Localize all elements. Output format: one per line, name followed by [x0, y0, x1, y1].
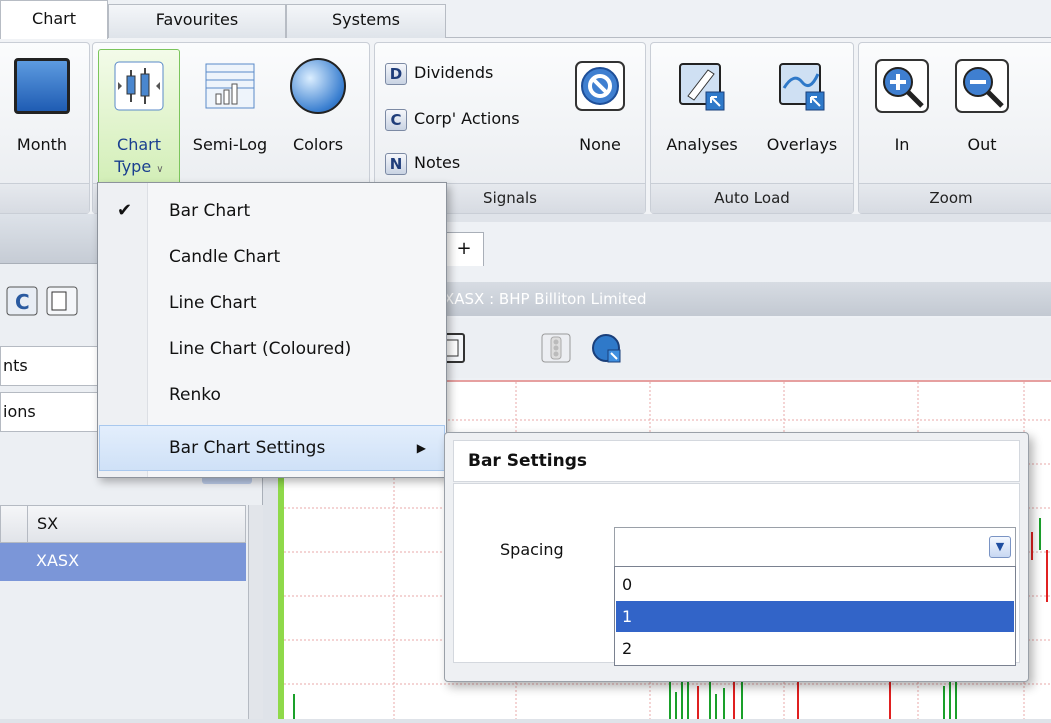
spacing-option-2[interactable]: 2: [616, 633, 1014, 664]
colors-label: Colors: [292, 135, 344, 154]
menu-item-renko-label: Renko: [169, 385, 221, 405]
submenu-arrow-icon: ▶: [416, 441, 426, 455]
dividends-toggle[interactable]: D Dividends: [385, 59, 493, 87]
menu-item-line-chart-coloured[interactable]: Line Chart (Coloured): [99, 327, 445, 373]
notes-toggle[interactable]: N Notes: [385, 149, 460, 177]
toolbar-traffic-light-icon[interactable]: [540, 332, 572, 364]
menu-item-bar-chart-settings[interactable]: Bar Chart Settings ▶: [99, 425, 445, 471]
semi-log-button[interactable]: Semi-Log: [191, 49, 269, 179]
spacing-option-0-label: 0: [622, 575, 633, 594]
signals-none-button[interactable]: None: [561, 49, 639, 179]
chart-title: XASX : BHP Billiton Limited: [444, 290, 647, 308]
zoom-out-icon: [954, 58, 1010, 114]
tab-chart-label: Chart: [32, 9, 76, 28]
analyses-label: Analyses: [666, 135, 738, 154]
ribbon-tab-bar: Chart Favourites Systems: [0, 0, 1051, 39]
menu-item-line-chart-coloured-label: Line Chart (Coloured): [169, 339, 352, 359]
period-group-label: [0, 183, 89, 213]
menu-item-bar-chart-label: Bar Chart: [169, 201, 251, 221]
panel-c-icon[interactable]: C: [6, 286, 38, 316]
zoom-in-button[interactable]: In: [863, 49, 941, 179]
analyses-button[interactable]: Analyses: [657, 49, 747, 179]
zoom-out-button[interactable]: Out: [943, 49, 1021, 179]
month-icon: [14, 58, 70, 114]
checkmark-icon: ✔: [117, 200, 133, 221]
colors-icon: [290, 58, 346, 114]
tab-favourites-label: Favourites: [155, 10, 239, 29]
period-group: Month: [0, 42, 90, 214]
menu-item-candle-chart[interactable]: Candle Chart: [99, 235, 445, 281]
add-chart-tab-button[interactable]: +: [444, 232, 484, 266]
table-row[interactable]: XASX: [0, 543, 246, 581]
spacing-options-list: 0 1 2: [614, 566, 1016, 666]
zoom-out-label: Out: [967, 135, 997, 154]
chevron-down-icon: ∨: [156, 164, 164, 175]
tab-systems[interactable]: Systems: [286, 4, 446, 38]
tab-favourites[interactable]: Favourites: [108, 4, 286, 38]
dividends-icon: D: [385, 62, 407, 85]
spacing-select[interactable]: ▼: [614, 527, 1016, 567]
grid-row-exchange: XASX: [36, 551, 80, 570]
spacing-label: Spacing: [500, 540, 564, 559]
signals-none-label: None: [579, 135, 621, 154]
left-field-2-text: ions: [3, 402, 36, 421]
chevron-down-icon[interactable]: ▼: [989, 536, 1011, 558]
dividends-label: Dividends: [414, 63, 494, 82]
month-button[interactable]: Month: [3, 49, 81, 179]
zoom-group-label: Zoom: [859, 183, 1051, 213]
spacing-option-0[interactable]: 0: [616, 569, 1014, 600]
chart-type-label-line1: Chart: [117, 135, 161, 154]
semi-log-label: Semi-Log: [192, 135, 268, 154]
spacing-option-2-label: 2: [622, 639, 633, 658]
no-signals-icon: [572, 58, 628, 114]
overlays-icon: [774, 58, 830, 114]
spacing-option-1[interactable]: 1: [616, 601, 1014, 632]
grid-header: SX: [0, 505, 246, 543]
tab-chart[interactable]: Chart: [0, 0, 108, 39]
menu-item-bar-chart[interactable]: ✔ Bar Chart: [99, 189, 445, 235]
analyses-icon: [674, 58, 730, 114]
month-label: Month: [16, 135, 68, 154]
toolbar-globe-icon[interactable]: [590, 332, 624, 366]
grid-header-exchange[interactable]: SX: [37, 514, 58, 533]
menu-item-line-chart[interactable]: Line Chart: [99, 281, 445, 327]
chart-type-label-line2: Type: [114, 157, 152, 176]
menu-item-line-chart-label: Line Chart: [169, 293, 257, 313]
zoom-in-icon: [874, 58, 930, 114]
corp-actions-label: Corp' Actions: [414, 109, 520, 128]
auto-load-group: Analyses Overlays Auto Load: [650, 42, 854, 214]
left-scrollbar[interactable]: [248, 505, 263, 719]
notes-icon: N: [385, 152, 407, 175]
panel-info-icon[interactable]: [46, 286, 78, 316]
spacing-option-1-label: 1: [622, 607, 633, 626]
chart-type-menu: ✔ Bar Chart Candle Chart Line Chart Line…: [97, 182, 447, 478]
tab-systems-label: Systems: [332, 10, 400, 29]
bar-settings-title: Bar Settings: [453, 440, 1020, 482]
zoom-in-label: In: [894, 135, 910, 154]
corp-actions-icon: C: [385, 108, 407, 131]
menu-item-candle-chart-label: Candle Chart: [169, 247, 281, 267]
left-field-1-text: nts: [3, 356, 28, 375]
auto-load-group-label: Auto Load: [651, 183, 853, 213]
chart-type-button[interactable]: Chart Type ∨: [98, 49, 180, 187]
semi-log-icon: [202, 58, 258, 114]
svg-text:C: C: [15, 290, 30, 314]
menu-item-renko[interactable]: Renko: [99, 373, 445, 419]
zoom-group: In Out Zoom: [858, 42, 1051, 214]
colors-button[interactable]: Colors: [279, 49, 357, 179]
candlestick-icon: [111, 58, 167, 114]
add-tab-label: +: [456, 238, 472, 259]
notes-label: Notes: [414, 153, 461, 172]
overlays-label: Overlays: [766, 135, 838, 154]
chart-type-label: Chart Type ∨: [99, 134, 179, 181]
menu-item-bar-chart-settings-label: Bar Chart Settings: [169, 438, 326, 458]
corp-actions-toggle[interactable]: C Corp' Actions: [385, 105, 520, 133]
overlays-button[interactable]: Overlays: [755, 49, 849, 179]
